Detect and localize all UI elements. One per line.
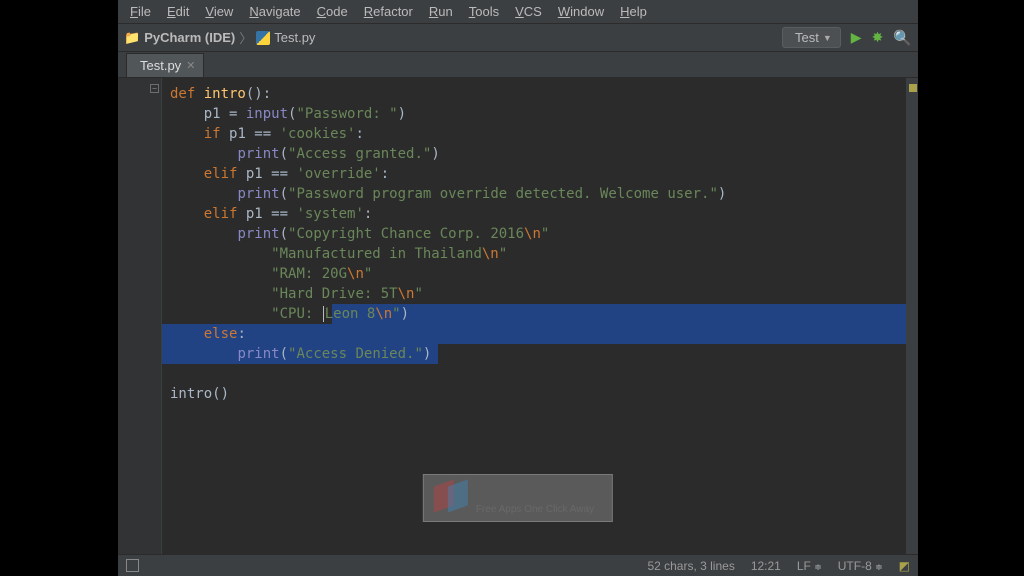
search-button[interactable]: 🔍 [893,29,912,47]
menu-item-run[interactable]: Run [421,1,461,22]
watermark-subtitle: Free Apps One Click Away [476,504,596,515]
menu-item-vcs[interactable]: VCS [507,1,550,22]
watermark-logo-icon [434,483,468,517]
status-bar: 52 chars, 3 lines 12:21 LF ≑ UTF-8 ≑ ◩ [118,554,918,576]
python-file-icon [256,31,270,45]
menu-item-tools[interactable]: Tools [461,1,507,22]
watermark-title: ALL PC World [476,483,596,504]
menu-item-help[interactable]: Help [612,1,655,22]
menu-item-window[interactable]: Window [550,1,612,22]
breadcrumb-file: Test.py [274,30,315,45]
breadcrumb-project: PyCharm (IDE) [144,30,235,45]
line-separator[interactable]: LF ≑ [797,559,822,573]
chevron-down-icon: ▼ [823,33,832,43]
file-encoding[interactable]: UTF-8 ≑ [838,559,883,573]
editor-tab-bar: Test.py ✕ [118,52,918,78]
watermark: ALL PC World Free Apps One Click Away [423,474,613,522]
close-tab-icon[interactable]: ✕ [186,59,195,72]
run-button[interactable]: ▶ [851,29,862,46]
gutter[interactable]: − [118,78,162,554]
menu-item-view[interactable]: View [197,1,241,22]
run-config-label: Test [795,30,819,45]
breadcrumb[interactable]: 📁 PyCharm (IDE) 〉 Test.py [124,28,315,47]
navigation-bar: 📁 PyCharm (IDE) 〉 Test.py Test ▼ ▶ ✸ 🔍 [118,24,918,52]
menu-item-edit[interactable]: Edit [159,1,197,22]
menu-item-navigate[interactable]: Navigate [241,1,308,22]
editor-tab[interactable]: Test.py ✕ [126,53,204,77]
scroll-marker [909,84,917,92]
debug-button[interactable]: ✸ [872,29,884,46]
breadcrumb-separator: 〉 [239,28,252,47]
scroll-track[interactable] [906,78,918,554]
menu-bar: FileEditViewNavigateCodeRefactorRunTools… [118,0,918,24]
tool-window-toggle-icon[interactable] [126,559,139,572]
menu-item-code[interactable]: Code [309,1,356,22]
ide-window: FileEditViewNavigateCodeRefactorRunTools… [118,0,918,576]
selection-info: 52 chars, 3 lines [647,559,734,573]
inspection-indicator-icon[interactable]: ◩ [899,559,910,573]
folder-icon: 📁 [124,30,140,46]
fold-handle-icon[interactable]: − [150,84,159,93]
cursor-position[interactable]: 12:21 [751,559,781,573]
menu-item-file[interactable]: File [122,1,159,22]
tab-label: Test.py [140,58,181,73]
run-configuration-selector[interactable]: Test ▼ [782,27,841,48]
menu-item-refactor[interactable]: Refactor [356,1,421,22]
